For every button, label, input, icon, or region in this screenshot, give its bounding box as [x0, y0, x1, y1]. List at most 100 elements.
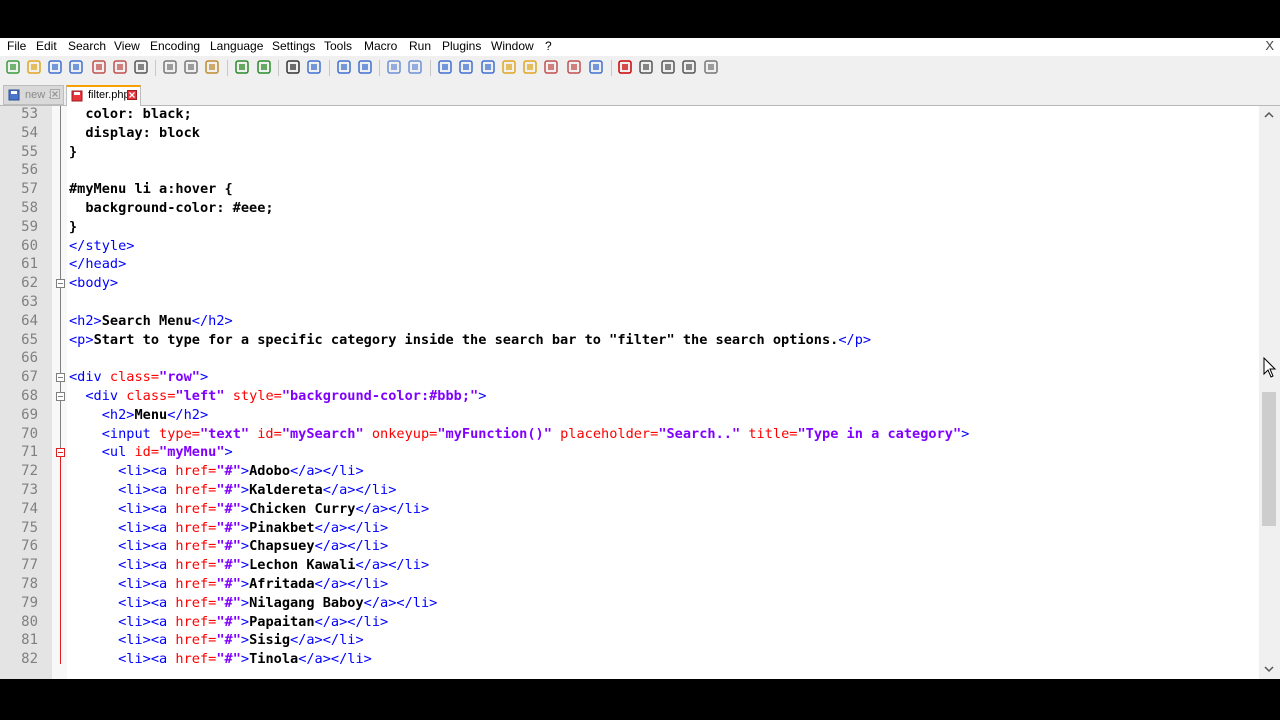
- code-line[interactable]: <ul id="myMenu">: [69, 443, 233, 462]
- code-line[interactable]: <li><a href="#">Papaitan</a></li>: [69, 613, 388, 632]
- code-line[interactable]: color: black;: [69, 106, 191, 124]
- code-token-attr: class=: [109, 369, 160, 386]
- menu-run[interactable]: Run: [409, 39, 431, 53]
- code-line[interactable]: </style>: [69, 237, 134, 256]
- line-number: 71: [21, 444, 38, 461]
- zoom-in-icon[interactable]: [336, 59, 352, 75]
- sync-horizontal-icon[interactable]: [407, 59, 423, 75]
- open-file-icon[interactable]: [26, 59, 42, 75]
- undo-icon[interactable]: [234, 59, 250, 75]
- code-token-val: "Type in a category": [797, 425, 962, 442]
- code-token-txt: #myMenu li a:hover {: [69, 181, 233, 198]
- code-line[interactable]: background-color: #eee;: [69, 199, 274, 218]
- word-wrap-icon[interactable]: [437, 59, 453, 75]
- line-number: 66: [21, 350, 38, 367]
- code-line[interactable]: <input type="text" id="mySearch" onkeyup…: [69, 425, 970, 444]
- code-line[interactable]: <div class="left" style="background-colo…: [69, 387, 486, 406]
- code-line[interactable]: <li><a href="#">Pinakbet</a></li>: [69, 519, 388, 538]
- code-editor[interactable]: color: black; display: block} #myMenu li …: [0, 106, 1280, 679]
- code-line[interactable]: <li><a href="#">Afritada</a></li>: [69, 575, 388, 594]
- paste-icon[interactable]: [204, 59, 220, 75]
- monitor-icon[interactable]: [588, 59, 604, 75]
- tab-close-icon[interactable]: [127, 90, 137, 100]
- code-line[interactable]: <li><a href="#">Chicken Curry</a></li>: [69, 500, 429, 519]
- code-line[interactable]: display: block: [69, 124, 200, 143]
- scrollbar-thumb[interactable]: [1262, 392, 1276, 526]
- record-macro-icon[interactable]: [617, 59, 633, 75]
- code-token-tag: <li><a: [69, 613, 176, 630]
- code-token-val: "#": [216, 538, 241, 555]
- save-icon[interactable]: [47, 59, 63, 75]
- code-line[interactable]: <li><a href="#">Sisig</a></li>: [69, 631, 364, 650]
- menu-edit[interactable]: Edit: [36, 39, 57, 53]
- save-all-icon[interactable]: [68, 59, 84, 75]
- tab-new-1[interactable]: new 1: [3, 85, 64, 105]
- menu-macro[interactable]: Macro: [364, 39, 397, 53]
- menu-tools[interactable]: Tools: [324, 39, 352, 53]
- code-token-val: "myFunction()": [437, 425, 552, 442]
- menu-plugins[interactable]: Plugins: [442, 39, 481, 53]
- code-line[interactable]: </head>: [69, 255, 126, 274]
- fold-toggle-icon[interactable]: [56, 448, 65, 458]
- code-line[interactable]: }: [69, 143, 77, 162]
- code-line[interactable]: <body>: [69, 274, 118, 293]
- print-icon[interactable]: [133, 59, 149, 75]
- code-line[interactable]: <li><a href="#">Chapsuey</a></li>: [69, 537, 388, 556]
- code-token-tag: <li><a: [69, 500, 176, 517]
- copy-icon[interactable]: [183, 59, 199, 75]
- scroll-down-icon[interactable]: [1263, 663, 1275, 675]
- folder-workspace-icon[interactable]: [566, 59, 582, 75]
- code-line[interactable]: <h2>Menu</h2>: [69, 406, 208, 425]
- code-line[interactable]: <li><a href="#">Adobo</a></li>: [69, 462, 364, 481]
- code-token-txt: background-color: #eee;: [69, 200, 274, 216]
- user-language-icon[interactable]: [501, 59, 517, 75]
- menu-window[interactable]: Window: [491, 39, 534, 53]
- code-line[interactable]: <li><a href="#">Nilagang Baboy</a></li>: [69, 594, 437, 613]
- menu-view[interactable]: View: [114, 39, 140, 53]
- close-window-button[interactable]: X: [1265, 38, 1274, 53]
- close-icon[interactable]: [91, 59, 107, 75]
- code-line[interactable]: <div class="row">: [69, 368, 208, 387]
- fold-toggle-icon[interactable]: [56, 392, 65, 401]
- function-list-icon[interactable]: [543, 59, 559, 75]
- sync-vertical-icon[interactable]: [386, 59, 402, 75]
- line-number: 67: [21, 369, 38, 386]
- new-file-icon[interactable]: [5, 59, 21, 75]
- indent-guide-icon[interactable]: [480, 59, 496, 75]
- replace-icon[interactable]: [306, 59, 322, 75]
- fold-toggle-icon[interactable]: [56, 279, 65, 289]
- menu-help[interactable]: ?: [545, 39, 552, 53]
- zoom-out-icon[interactable]: [357, 59, 373, 75]
- scroll-up-icon[interactable]: [1263, 109, 1275, 121]
- code-line[interactable]: <li><a href="#">Lechon Kawali</a></li>: [69, 556, 429, 575]
- code-line[interactable]: <li><a href="#">Tinola</a></li>: [69, 650, 372, 669]
- play-macro-icon[interactable]: [660, 59, 676, 75]
- show-all-chars-icon[interactable]: [458, 59, 474, 75]
- find-icon[interactable]: [285, 59, 301, 75]
- menu-search[interactable]: Search: [68, 39, 106, 53]
- code-token-txt: Chapsuey: [249, 538, 315, 555]
- close-all-icon[interactable]: [112, 59, 128, 75]
- menu-encoding[interactable]: Encoding: [150, 39, 200, 53]
- code-line[interactable]: }: [69, 218, 77, 237]
- menu-file[interactable]: File: [7, 39, 26, 53]
- code-token-tag: >: [240, 519, 250, 536]
- doc-map-icon[interactable]: [522, 59, 538, 75]
- cut-icon[interactable]: [162, 59, 178, 75]
- menu-language[interactable]: Language: [210, 39, 263, 53]
- stop-record-icon[interactable]: [638, 59, 654, 75]
- code-token-val: "mySearch": [281, 425, 364, 442]
- fold-toggle-icon[interactable]: [56, 373, 65, 383]
- code-line[interactable]: <p>Start to type for a specific category…: [69, 331, 871, 350]
- save-macro-icon[interactable]: [703, 59, 719, 75]
- redo-icon[interactable]: [256, 59, 272, 75]
- code-line[interactable]: #myMenu li a:hover {: [69, 180, 233, 199]
- tab-close-icon[interactable]: [50, 89, 60, 99]
- code-line[interactable]: <li><a href="#">Kaldereta</a></li>: [69, 481, 396, 500]
- line-number: 60: [21, 237, 38, 254]
- code-token-tag: <li><a: [69, 632, 176, 649]
- tab-filter-php[interactable]: filter.php: [66, 85, 141, 106]
- code-line[interactable]: <h2>Search Menu</h2>: [69, 312, 233, 331]
- menu-settings[interactable]: Settings: [272, 39, 315, 53]
- run-macro-multiple-icon[interactable]: [681, 59, 697, 75]
